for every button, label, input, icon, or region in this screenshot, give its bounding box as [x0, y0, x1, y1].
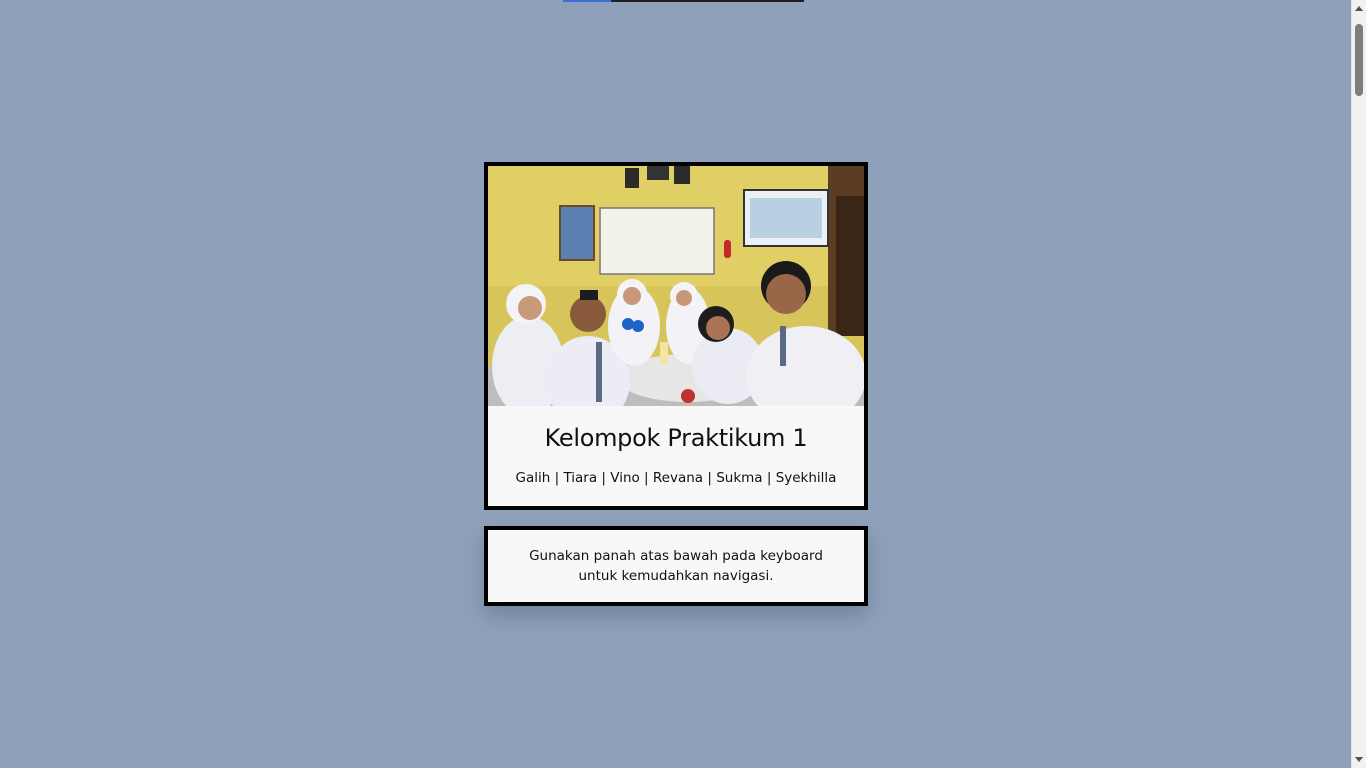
scroll-thumb[interactable] — [1355, 24, 1363, 96]
slide-progress-fill — [563, 0, 612, 2]
scroll-up-arrow-icon[interactable] — [1355, 6, 1363, 11]
vertical-scrollbar[interactable] — [1351, 0, 1366, 768]
navigation-hint-text: Gunakan panah atas bawah pada keyboard u… — [529, 548, 823, 584]
group-card: Kelompok Praktikum 1 Galih | Tiara | Vin… — [484, 162, 868, 510]
card-title: Kelompok Praktikum 1 — [544, 424, 808, 452]
group-photo-image — [488, 166, 864, 406]
member-list: Galih | Tiara | Vino | Revana | Sukma | … — [515, 470, 837, 486]
navigation-hint-box: Gunakan panah atas bawah pada keyboard u… — [484, 526, 868, 606]
slide-progress-bar — [563, 0, 804, 2]
group-photo — [488, 166, 864, 406]
scroll-down-arrow-icon[interactable] — [1355, 757, 1363, 762]
